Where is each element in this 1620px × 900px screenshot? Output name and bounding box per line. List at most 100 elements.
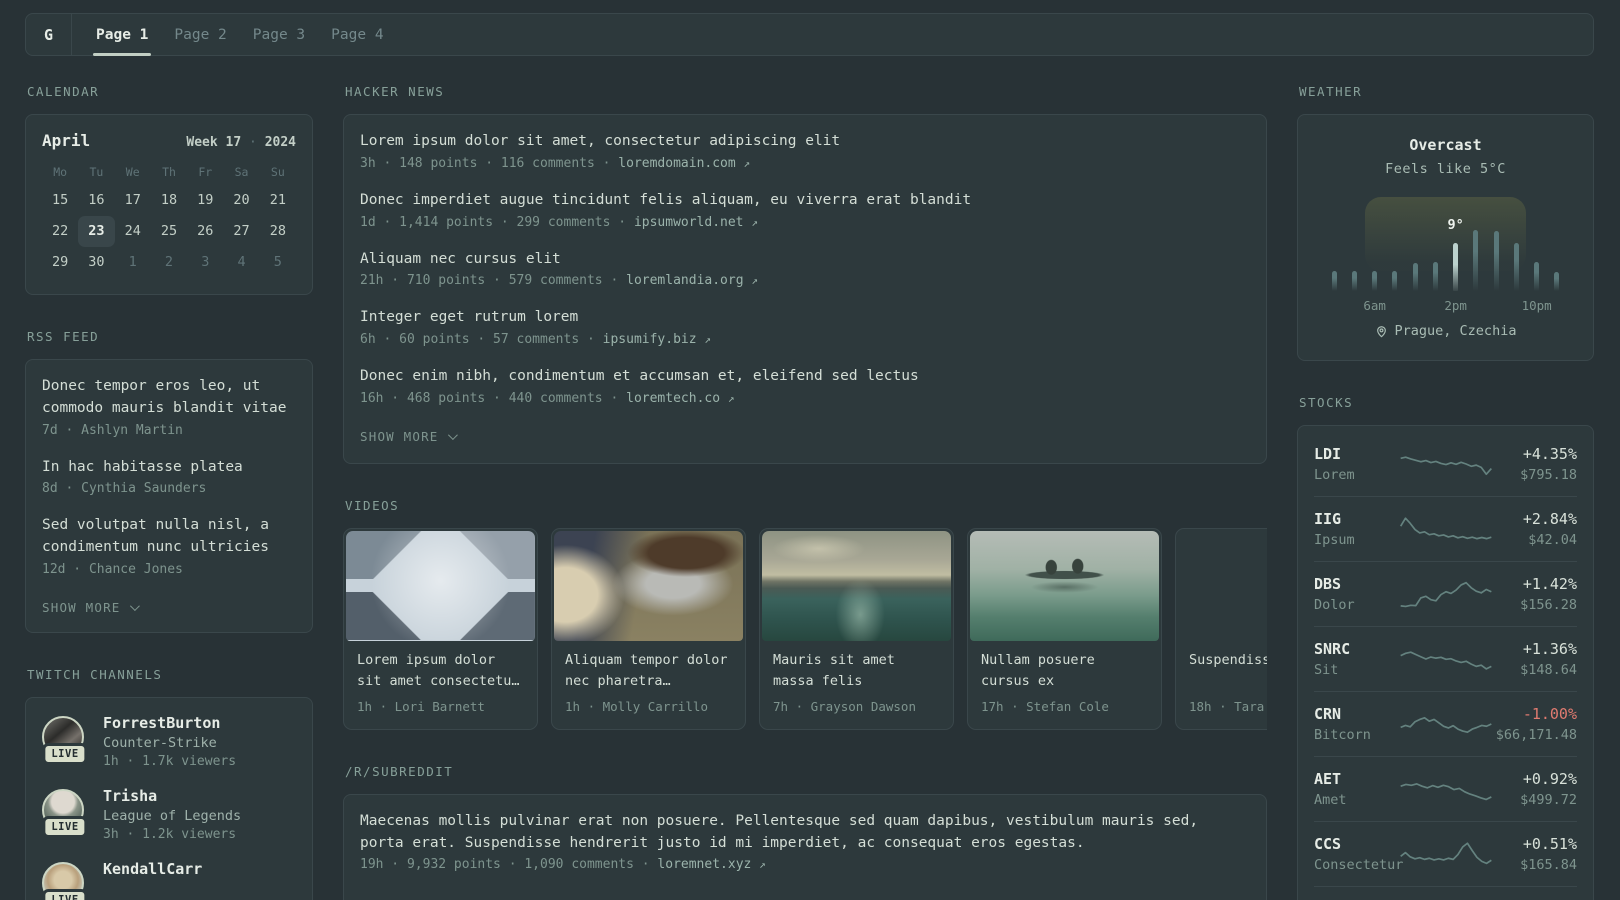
stock-ticker: DBS bbox=[1314, 574, 1342, 593]
twitch-channel-row[interactable]: LIVE Trisha League of Legends 3h · 1.2k vie… bbox=[42, 787, 296, 842]
hackernews-item-title[interactable]: Aliquam nec cursus elit bbox=[360, 249, 1250, 271]
stock-info: SNRC Sit bbox=[1314, 640, 1398, 678]
hackernews-item-domain-link[interactable]: loremlandia.org bbox=[626, 273, 743, 288]
video-title[interactable]: Mauris sit amet massa felis bbox=[773, 650, 940, 692]
video-thumbnail[interactable] bbox=[762, 530, 951, 641]
video-card[interactable]: Nullam posuere cursus ex 17h · Stefan Col… bbox=[967, 527, 1162, 730]
rss-item-title[interactable]: Donec tempor eros leo, ut commodo mauris… bbox=[42, 376, 296, 420]
calendar-day: 22 bbox=[52, 223, 69, 239]
stock-name: Consectetur bbox=[1314, 856, 1404, 873]
weather-hour-slot bbox=[1344, 193, 1364, 291]
tab-page-3[interactable]: Page 3 bbox=[253, 14, 305, 55]
video-thumbnail[interactable] bbox=[970, 530, 1159, 641]
weather-bar bbox=[1493, 231, 1499, 291]
weather-hour-slot bbox=[1486, 193, 1506, 291]
hackernews-item: Aliquam nec cursus elit 21h · 710 points … bbox=[360, 249, 1250, 289]
hackernews-item-domain-link[interactable]: ipsumify.biz bbox=[603, 332, 697, 347]
video-thumbnail[interactable] bbox=[554, 530, 743, 641]
video-meta: 18h · Tara bbox=[1189, 698, 1265, 714]
hackernews-item-title[interactable]: Donec imperdiet augue tincidunt felis al… bbox=[360, 190, 1250, 212]
twitch-channel-row[interactable]: LIVE ForrestBurton Counter-Strike 1h · 1.7k… bbox=[42, 714, 296, 769]
stock-row[interactable]: SNRC Sit +1.36% $148.64 bbox=[1314, 627, 1577, 692]
rss-show-more-button[interactable]: SHOW MORE bbox=[42, 600, 140, 615]
stock-price: $42.04 bbox=[1528, 531, 1577, 548]
twitch-channel-row[interactable]: LIVE KendallCarr bbox=[42, 860, 296, 900]
app-logo[interactable]: G bbox=[26, 14, 72, 55]
stock-ticker: CCS bbox=[1314, 834, 1342, 853]
rss-item-title[interactable]: Sed volutpat nulla nisl, a condimentum n… bbox=[42, 515, 296, 559]
video-title[interactable]: Aliquam tempor dolor nec pharetra… bbox=[565, 650, 732, 692]
hackernews-item: Donec imperdiet augue tincidunt felis al… bbox=[360, 190, 1250, 230]
video-title[interactable]: Nullam posuere cursus ex bbox=[981, 650, 1148, 692]
calendar-day: 19 bbox=[197, 192, 214, 208]
stock-row[interactable]: CRN Bitcorn -1.00% $66,171.48 bbox=[1314, 692, 1577, 757]
weather-bar bbox=[1392, 271, 1398, 291]
hackernews-widget: Lorem ipsum dolor sit amet, consectetur … bbox=[343, 114, 1267, 464]
subreddit-post-meta: 19h · 9,932 points · 1,090 comments · lo… bbox=[360, 857, 766, 873]
stock-row[interactable]: AHS+0.46% bbox=[1314, 887, 1577, 900]
hackernews-item-meta: 21h · 710 points · 579 comments · loreml… bbox=[360, 273, 758, 289]
hackernews-item-domain-link[interactable]: ipsumworld.net bbox=[634, 215, 744, 230]
stock-name: Dolor bbox=[1314, 596, 1355, 613]
stock-name: Bitcorn bbox=[1314, 726, 1371, 743]
video-card-body: Aliquam tempor dolor nec pharetra… 1h · M… bbox=[554, 641, 743, 726]
calendar-day: 3 bbox=[201, 254, 210, 270]
stock-ticker: CRN bbox=[1314, 704, 1342, 723]
twitch-channel-name[interactable]: Trisha bbox=[103, 787, 241, 805]
calendar-day: 1 bbox=[128, 254, 137, 270]
hackernews-item-domain-link[interactable]: loremdomain.com bbox=[618, 156, 735, 171]
twitch-section-label: TWITCH CHANNELS bbox=[27, 666, 163, 682]
weather-hour-slot bbox=[1425, 193, 1445, 291]
video-card-body: Nullam posuere cursus ex 17h · Stefan Col… bbox=[970, 641, 1159, 726]
calendar-day: 18 bbox=[160, 192, 178, 208]
video-title[interactable]: Suspendisse diam bbox=[1189, 650, 1267, 692]
weather-hourly-chart: 6am 9° 2pm 10pm bbox=[1324, 193, 1567, 313]
rss-item-title[interactable]: In hac habitasse platea bbox=[42, 457, 296, 479]
stock-info: DBS Dolor bbox=[1314, 575, 1398, 613]
video-card[interactable]: Suspendisse diam 18h · Tara bbox=[1175, 527, 1267, 730]
external-link-icon: ↗ bbox=[751, 274, 758, 288]
external-link-icon: ↗ bbox=[743, 156, 751, 170]
stock-row[interactable]: IIG Ipsum +2.84% $42.04 bbox=[1314, 497, 1577, 562]
hackernews-item-title[interactable]: Donec enim nibh, condimentum et accumsan… bbox=[360, 366, 1250, 388]
stock-values: +0.92% $499.72 bbox=[1494, 770, 1577, 808]
stock-name: Ipsum bbox=[1314, 531, 1355, 548]
stock-row[interactable]: LDI Lorem +4.35% $795.18 bbox=[1314, 432, 1577, 497]
stocks-widget: LDI Lorem +4.35% $795.18 IIG Ipsum +2.84% $42.0… bbox=[1297, 424, 1594, 900]
video-card[interactable]: Mauris sit amet massa felis 7h · Grayson … bbox=[759, 527, 954, 730]
stock-row[interactable]: DBS Dolor +1.42% $156.28 bbox=[1314, 562, 1577, 627]
tab-page-4[interactable]: Page 4 bbox=[331, 14, 383, 55]
weather-bar bbox=[1372, 271, 1378, 291]
twitch-channel-info: ForrestBurton Counter-Strike 1h · 1.7k vie… bbox=[103, 714, 236, 769]
stock-values: +4.35% $795.18 bbox=[1494, 445, 1577, 483]
stock-info: AET Amet bbox=[1314, 770, 1398, 808]
hackernews-item-title[interactable]: Lorem ipsum dolor sit amet, consectetur … bbox=[360, 131, 1250, 153]
tab-page-2[interactable]: Page 2 bbox=[174, 14, 226, 55]
stock-sparkline bbox=[1400, 581, 1492, 607]
subreddit-post-title[interactable]: Maecenas mollis pulvinar erat non posuer… bbox=[360, 811, 1250, 855]
video-card[interactable]: Lorem ipsum dolor sit amet consectetu… 1h… bbox=[343, 527, 538, 730]
separator-dot: · bbox=[249, 135, 257, 150]
calendar-day: 20 bbox=[233, 192, 250, 208]
calendar-day: 27 bbox=[233, 223, 250, 239]
tab-page-1[interactable]: Page 1 bbox=[92, 14, 152, 56]
video-thumbnail[interactable] bbox=[1178, 531, 1267, 641]
hackernews-item-domain-link[interactable]: loremtech.co bbox=[626, 391, 720, 406]
stock-row[interactable]: AET Amet +0.92% $499.72 bbox=[1314, 757, 1577, 822]
twitch-channel-category: League of Legends bbox=[103, 807, 242, 824]
external-link-icon: ↗ bbox=[727, 391, 735, 405]
twitch-channel-name[interactable]: ForrestBurton bbox=[103, 714, 236, 732]
stock-row[interactable]: CCS Consectetur +0.51% $165.84 bbox=[1314, 822, 1577, 887]
hackernews-show-more-button[interactable]: SHOW MORE bbox=[360, 429, 458, 444]
weather-bar bbox=[1432, 262, 1438, 291]
video-title[interactable]: Lorem ipsum dolor sit amet consectetu… bbox=[357, 650, 524, 692]
video-thumbnail[interactable] bbox=[346, 530, 535, 641]
subreddit-post-domain-link[interactable]: loremnet.xyz bbox=[657, 857, 751, 872]
calendar-day: 29 bbox=[52, 254, 69, 270]
twitch-channel-name[interactable]: KendallCarr bbox=[103, 860, 202, 878]
stock-ticker: LDI bbox=[1314, 444, 1342, 463]
calendar-day: 28 bbox=[269, 223, 286, 239]
hackernews-item-title[interactable]: Integer eget rutrum lorem bbox=[360, 307, 1250, 329]
stock-info: IIG Ipsum bbox=[1314, 510, 1398, 548]
video-card[interactable]: Aliquam tempor dolor nec pharetra… 1h · M… bbox=[551, 527, 746, 730]
